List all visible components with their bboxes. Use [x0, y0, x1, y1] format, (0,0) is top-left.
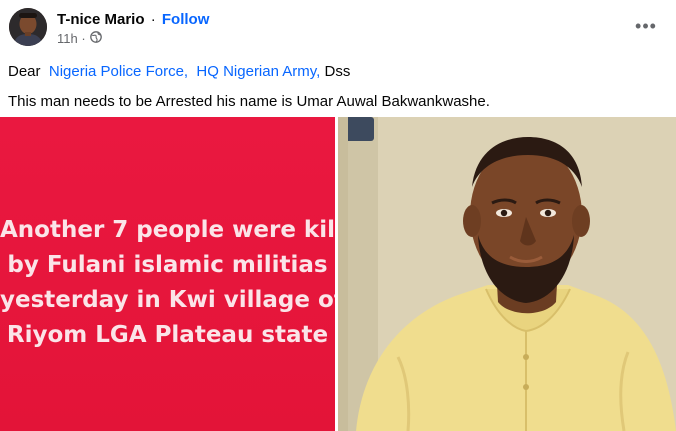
post-meta: 11h ·	[57, 31, 102, 47]
tag-nigeria-police-force[interactable]: Nigeria Police Force,	[49, 63, 188, 80]
caption-line-3: yesterday in Kwi village of	[0, 287, 335, 313]
caption-line-4: Riyom LGA Plateau state	[6, 322, 329, 348]
portrait-illustration	[338, 117, 676, 431]
author-name[interactable]: T-nice Mario	[57, 11, 145, 28]
man-portrait-photo[interactable]	[338, 117, 676, 431]
post-text-line-2: This man needs to be Arrested his name i…	[8, 93, 490, 110]
post-timestamp[interactable]: 11h ·	[57, 31, 86, 47]
globe-icon	[89, 31, 102, 47]
caption-line-2: by Fulani islamic militias	[7, 252, 328, 278]
post-header: T-nice Mario · Follow 11h · •••	[0, 0, 676, 56]
caption-line-1: Another 7 people were killed	[0, 217, 335, 243]
red-text-image[interactable]: Another 7 people were killed by Fulani i…	[0, 117, 335, 431]
image-caption: Another 7 people were killed by Fulani i…	[0, 213, 335, 353]
dear-text: Dear	[8, 63, 41, 80]
follow-button[interactable]: Follow	[162, 11, 210, 28]
avatar-photo	[9, 8, 47, 46]
tag-hq-nigerian-army[interactable]: HQ Nigerian Army,	[196, 63, 320, 80]
separator-dot: ·	[150, 11, 156, 28]
dss-text: Dss	[324, 63, 351, 80]
facebook-post: T-nice Mario · Follow 11h · ••• Dear Nig…	[0, 0, 676, 431]
more-options-icon[interactable]: •••	[632, 16, 660, 36]
post-text: Dear Nigeria Police Force, HQ Nigerian A…	[8, 62, 668, 112]
author-line: T-nice Mario · Follow	[57, 11, 209, 29]
author-avatar[interactable]	[9, 8, 47, 46]
post-text-line-1: Dear Nigeria Police Force, HQ Nigerian A…	[8, 62, 668, 82]
post-media: Another 7 people were killed by Fulani i…	[0, 117, 676, 431]
